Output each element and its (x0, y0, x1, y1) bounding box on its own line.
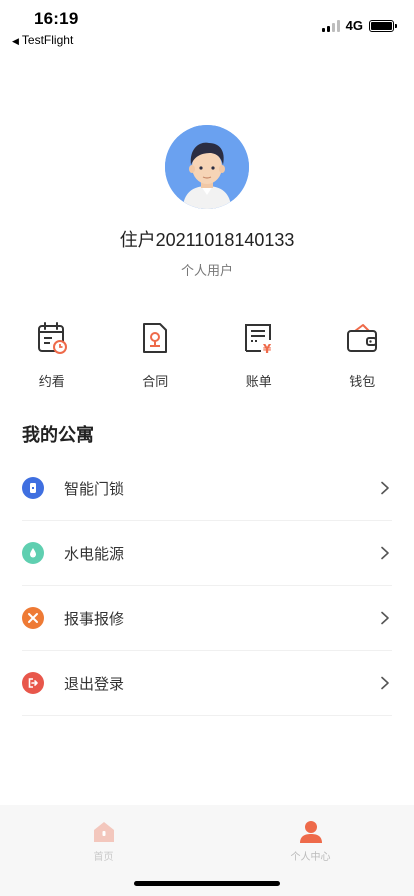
battery-icon (369, 19, 397, 32)
svg-text:¥: ¥ (263, 342, 272, 356)
chevron-right-icon (381, 481, 389, 495)
calendar-clock-icon (37, 322, 67, 354)
shortcut-label: 账单 (245, 374, 272, 389)
repair-tools-icon (22, 607, 44, 629)
menu-item-logout[interactable]: 退出登录 (22, 651, 392, 716)
person-icon (299, 821, 322, 843)
menu-label: 报事报修 (64, 610, 125, 628)
apartment-menu: 智能门锁 水电能源 报事报修 退出登录 (22, 456, 392, 716)
menu-label: 水电能源 (64, 545, 125, 563)
status-time: 16:19 (34, 9, 79, 28)
bill-icon: ¥ (244, 324, 272, 356)
shortcut-label: 合同 (142, 374, 169, 389)
network-label: 4G (345, 18, 363, 33)
tab-home-label: 首页 (93, 852, 114, 863)
user-name: 住户20211018140133 (119, 230, 295, 250)
tab-profile-label: 个人中心 (290, 852, 331, 863)
signal-icon (321, 19, 340, 32)
logout-icon (22, 672, 44, 694)
home-indicator (134, 881, 280, 886)
avatar[interactable] (165, 125, 249, 209)
shortcut-row: 约看 合同 ¥ 账单 钱包 (0, 320, 414, 390)
menu-item-smart-lock[interactable]: 智能门锁 (22, 456, 392, 521)
shortcut-bill[interactable]: ¥ 账单 (207, 320, 311, 390)
chevron-right-icon (381, 546, 389, 560)
chevron-right-icon (381, 611, 389, 625)
menu-item-utilities[interactable]: 水电能源 (22, 521, 392, 586)
shortcut-label: 约看 (38, 374, 65, 389)
chevron-right-icon (381, 676, 389, 690)
shortcut-wallet[interactable]: 钱包 (311, 320, 414, 390)
wallet-icon (347, 324, 378, 352)
home-icon (93, 822, 114, 842)
shortcut-contract[interactable]: 合同 (104, 320, 208, 390)
section-title-my-apartment: 我的公寓 (22, 425, 94, 445)
menu-item-repair[interactable]: 报事报修 (22, 586, 392, 651)
shortcut-viewing[interactable]: 约看 (0, 320, 104, 390)
back-to-testflight-link[interactable]: ◀ TestFlight (12, 33, 73, 47)
contract-icon (143, 323, 168, 353)
menu-label: 退出登录 (64, 675, 125, 693)
back-arrow-icon: ◀ (12, 36, 19, 46)
water-drop-icon (22, 542, 44, 564)
menu-label: 智能门锁 (64, 480, 125, 498)
back-label: TestFlight (21, 33, 74, 47)
smart-lock-icon (22, 477, 44, 499)
user-avatar-icon (165, 125, 249, 209)
status-bar: 16:19 ◀ TestFlight 4G (0, 0, 414, 48)
shortcut-label: 钱包 (349, 374, 376, 389)
user-role: 个人用户 (180, 263, 233, 278)
status-indicators: 4G (321, 18, 397, 33)
